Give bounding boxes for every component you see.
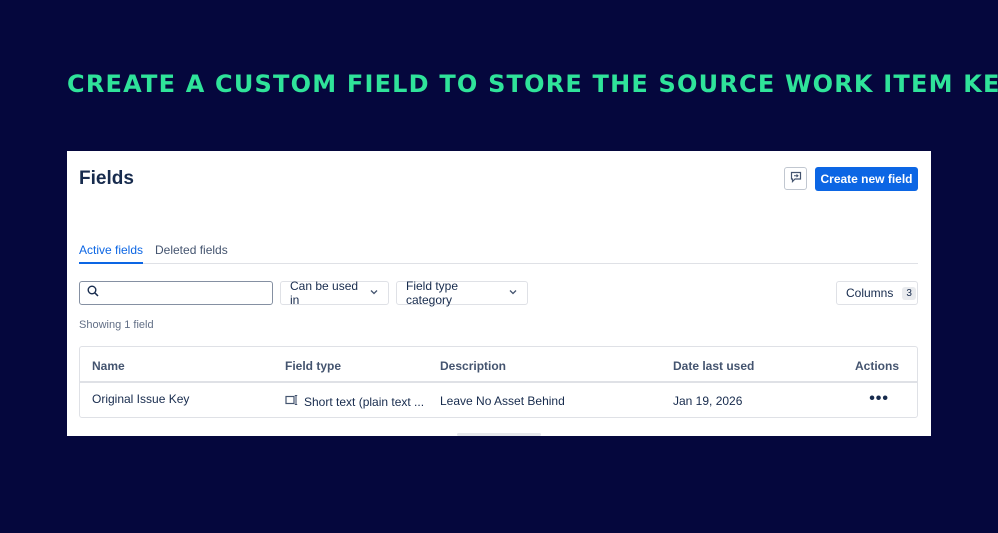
column-header-actions: Actions — [854, 359, 899, 373]
column-header-date-last-used[interactable]: Date last used — [673, 359, 754, 373]
field-date-last-used: Jan 19, 2026 — [673, 394, 743, 408]
feedback-button[interactable] — [784, 167, 807, 190]
table-header: Name Field type Description Date last us… — [80, 347, 917, 383]
fields-panel: Fields Create new field Active fields De… — [67, 151, 931, 436]
tab-active-fields[interactable]: Active fields — [79, 243, 144, 264]
filter-label: Field type category — [406, 279, 459, 307]
field-description: Leave No Asset Behind — [440, 394, 565, 408]
tabs: Active fields Deleted fields — [79, 243, 918, 264]
search-input[interactable] — [104, 285, 268, 301]
chevron-down-icon — [508, 286, 518, 300]
column-header-description[interactable]: Description — [440, 359, 506, 373]
columns-label: Columns — [846, 286, 894, 300]
column-header-name[interactable]: Name — [92, 359, 125, 373]
result-count: Showing 1 field — [79, 319, 154, 331]
horizontal-scrollbar[interactable] — [457, 433, 541, 436]
columns-count-badge: 3 — [902, 286, 916, 300]
page-title: Fields — [79, 168, 134, 189]
can-be-used-in-filter[interactable]: Can be used in — [280, 279, 389, 307]
tab-deleted-fields[interactable]: Deleted fields — [155, 243, 228, 262]
search-icon — [87, 284, 99, 302]
columns-button[interactable]: Columns 3 — [836, 281, 918, 305]
filter-label: Can be used in — [290, 279, 359, 307]
field-type: Short text (plain text ... — [304, 394, 425, 409]
chevron-down-icon — [369, 286, 379, 300]
search-field[interactable] — [79, 281, 273, 305]
more-icon[interactable]: ••• — [869, 390, 889, 408]
feedback-icon — [790, 170, 802, 188]
create-new-field-button[interactable]: Create new field — [815, 167, 918, 191]
column-header-field-type[interactable]: Field type — [285, 359, 341, 373]
field-type-cell: Short text (plain text ... — [285, 394, 424, 409]
field-type-category-filter[interactable]: Field type category — [396, 279, 528, 307]
field-name[interactable]: Original Issue Key — [92, 392, 189, 406]
short-text-icon — [285, 394, 299, 409]
fields-table: Name Field type Description Date last us… — [79, 346, 918, 418]
headline: CREATE A CUSTOM FIELD TO STORE THE SOURC… — [67, 70, 998, 98]
